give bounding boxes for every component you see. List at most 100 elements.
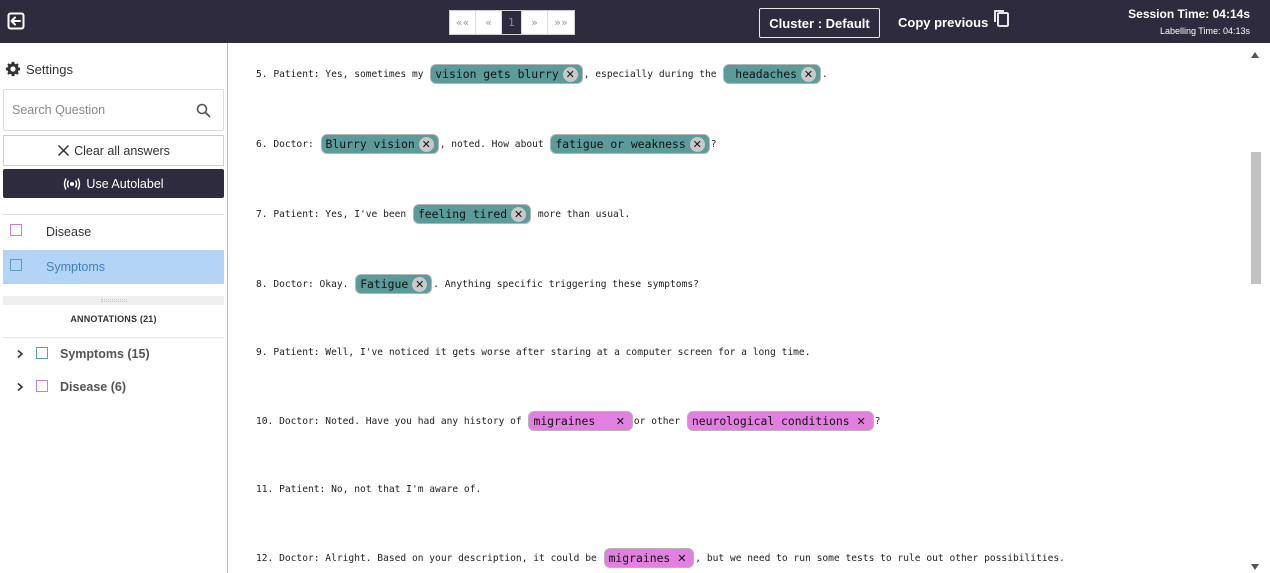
settings-button[interactable]: Settings (5, 61, 73, 77)
annotation-group-label: Symptoms (15) (60, 347, 150, 361)
line-text: 6. Doctor: (256, 138, 320, 150)
remove-annotation-icon[interactable]: ✕ (853, 413, 869, 429)
line-text: , but we need to run some tests to rule … (695, 552, 1065, 564)
divider (3, 337, 224, 338)
disease-annotation-tag[interactable]: migraines ✕ (603, 548, 695, 568)
disease-annotation-tag[interactable]: migraines ✕ (528, 411, 633, 431)
remove-annotation-icon[interactable]: ✕ (689, 136, 705, 152)
close-icon (58, 144, 70, 157)
transcript-line[interactable]: 5. Patient: Yes, sometimes my vision get… (256, 63, 828, 85)
remove-annotation-icon[interactable]: ✕ (511, 206, 527, 222)
transcript-line[interactable]: 12. Doctor: Alright. Based on your descr… (256, 547, 1065, 569)
annotation-group-symptoms[interactable]: Symptoms (15) (14, 344, 150, 364)
remove-annotation-icon[interactable]: ✕ (418, 136, 434, 152)
symptom-annotation-tag[interactable]: Fatigue ✕ (355, 274, 433, 294)
label-item-disease[interactable]: Disease (3, 215, 224, 249)
annotation-text: fatigue or weakness (555, 137, 686, 151)
search-input[interactable] (12, 103, 192, 117)
remove-annotation-icon[interactable]: ✕ (800, 66, 816, 82)
sidebar: Settings Clear all answers Use Autolabel… (0, 43, 228, 573)
top-bar: «« « 1 » »» Cluster : Default Copy previ… (0, 0, 1270, 43)
remove-annotation-icon[interactable]: ✕ (674, 550, 690, 566)
annotation-group-label: Disease (6) (60, 380, 127, 394)
remove-annotation-icon[interactable]: ✕ (612, 413, 628, 429)
line-text: 11. Patient: No, not that I'm aware of. (256, 483, 482, 495)
line-text: . (821, 68, 828, 80)
disease-annotation-tag[interactable]: neurological conditions ✕ (686, 411, 874, 431)
transcript-line[interactable]: 8. Doctor: Okay. Fatigue ✕. Anything spec… (256, 273, 699, 295)
scroll-up-arrow-icon[interactable] (1249, 48, 1261, 62)
search-icon[interactable] (196, 103, 211, 118)
remove-annotation-icon[interactable]: ✕ (562, 66, 578, 82)
line-text: , noted. How about (439, 138, 550, 150)
checkbox[interactable] (36, 379, 48, 392)
symptom-annotation-tag[interactable]: feeling tired ✕ (412, 204, 532, 224)
pagination: «« « 1 » »» (449, 10, 575, 35)
search-box (3, 89, 224, 131)
line-text: more than usual. (532, 208, 631, 220)
annotation-text: vision gets blurry (435, 67, 559, 81)
current-page[interactable]: 1 (502, 11, 522, 34)
annotation-text: Fatigue (360, 277, 409, 291)
line-text: , especially during the (583, 68, 723, 80)
checkbox[interactable] (10, 224, 22, 236)
annotation-text: migraines (533, 414, 609, 428)
exit-icon[interactable] (7, 12, 27, 32)
scroll-thumb[interactable] (1251, 152, 1261, 284)
checkbox[interactable] (10, 259, 22, 271)
line-text: 7. Patient: Yes, I've been (256, 208, 412, 220)
line-text: 9. Patient: Well, I've noticed it gets w… (256, 346, 811, 358)
remove-annotation-icon[interactable]: ✕ (412, 276, 428, 292)
next-page-button[interactable]: » (522, 11, 548, 34)
line-text: 10. Doctor: Noted. Have you had any hist… (256, 415, 528, 427)
annotations-header: ANNOTATIONS (21) (70, 314, 157, 324)
line-text: ? (874, 415, 881, 427)
copy-previous-button[interactable]: Copy previous (898, 8, 1010, 36)
symptom-annotation-tag[interactable]: fatigue or weakness ✕ (550, 134, 710, 154)
annotation-text: headaches (728, 67, 797, 81)
transcript-line[interactable]: 9. Patient: Well, I've noticed it gets w… (256, 341, 811, 363)
resize-handle[interactable] (3, 296, 224, 305)
broadcast-icon (64, 177, 81, 190)
transcript-line[interactable]: 11. Patient: No, not that I'm aware of. (256, 478, 481, 500)
chevron-right-icon[interactable] (14, 381, 26, 393)
label-item-symptoms[interactable]: Symptoms (3, 250, 224, 284)
copy-icon (994, 10, 1010, 27)
clear-all-label: Clear all answers (74, 143, 170, 158)
annotation-text: Blurry vision (325, 137, 415, 151)
last-page-button[interactable]: »» (548, 11, 574, 34)
annotation-text: feeling tired (417, 207, 508, 221)
line-text: or other (633, 415, 686, 427)
annotation-group-disease[interactable]: Disease (6) (14, 377, 126, 397)
line-text: 8. Doctor: Okay. (256, 278, 355, 290)
scrollbar[interactable] (1248, 43, 1270, 573)
symptom-annotation-tag[interactable]: Blurry vision ✕ (320, 134, 439, 154)
annotation-text: neurological conditions (691, 414, 850, 428)
document-content: 5. Patient: Yes, sometimes my vision get… (229, 43, 1248, 573)
settings-label: Settings (26, 61, 73, 77)
copy-previous-label: Copy previous (898, 14, 989, 30)
scroll-down-arrow-icon[interactable] (1249, 560, 1261, 573)
label-name: Symptoms (46, 260, 106, 274)
use-autolabel-label: Use Autolabel (86, 176, 164, 191)
use-autolabel-button[interactable]: Use Autolabel (3, 169, 224, 198)
session-time: Session Time: 04:14s (1128, 7, 1250, 21)
transcript-line[interactable]: 7. Patient: Yes, I've been feeling tired… (256, 203, 630, 225)
symptom-annotation-tag[interactable]: vision gets blurry ✕ (430, 64, 583, 84)
gear-icon (5, 61, 21, 77)
first-page-button[interactable]: «« (450, 11, 476, 34)
cluster-button[interactable]: Cluster : Default (759, 8, 880, 38)
annotation-text: migraines (608, 551, 671, 565)
labelling-time: Labelling Time: 04:13s (1159, 26, 1250, 36)
line-text: 5. Patient: Yes, sometimes my (256, 68, 430, 80)
line-text: ? (710, 138, 717, 150)
chevron-right-icon[interactable] (14, 348, 26, 360)
transcript-line[interactable]: 6. Doctor: Blurry vision ✕, noted. How ab… (256, 133, 717, 155)
label-name: Disease (46, 225, 92, 239)
checkbox[interactable] (36, 346, 48, 359)
previous-page-button[interactable]: « (476, 11, 502, 34)
line-text: 12. Doctor: Alright. Based on your descr… (256, 552, 603, 564)
clear-all-answers-button[interactable]: Clear all answers (3, 135, 224, 166)
transcript-line[interactable]: 10. Doctor: Noted. Have you had any hist… (256, 410, 880, 432)
symptom-annotation-tag[interactable]: headaches ✕ (723, 64, 821, 84)
